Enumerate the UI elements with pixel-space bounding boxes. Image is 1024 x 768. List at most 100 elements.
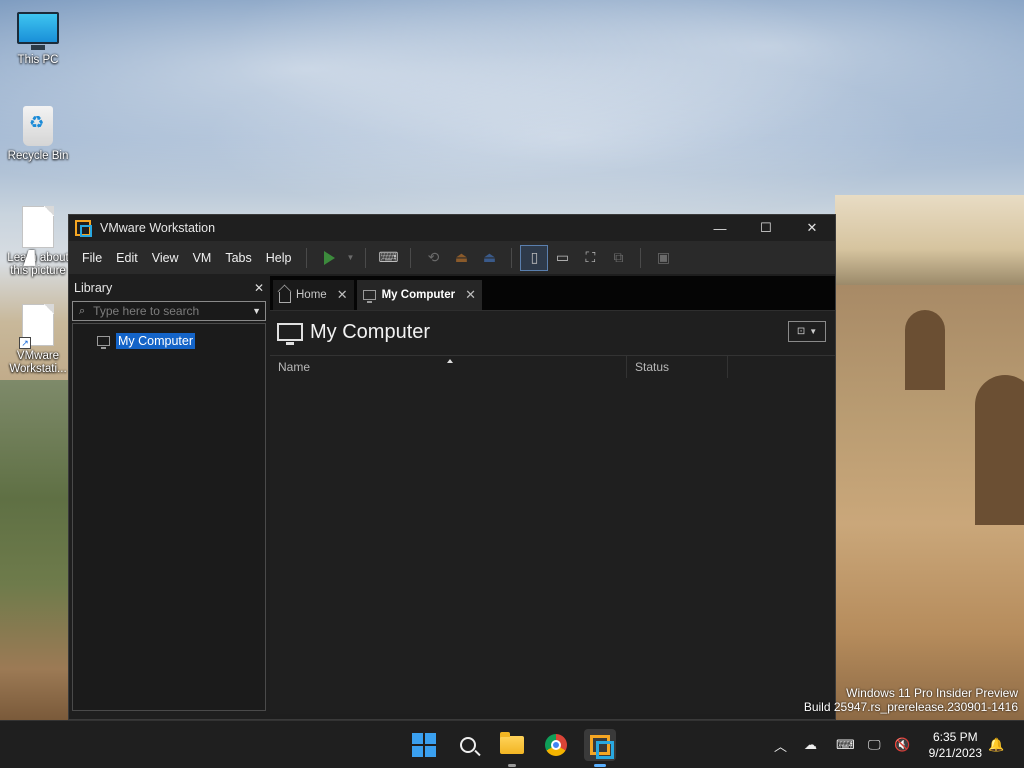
tray-onedrive[interactable]: ☁ [804,721,817,768]
power-dropdown-button[interactable]: ▼ [343,245,357,271]
toolbar-separator [365,247,367,268]
unity-icon: ⧉ [613,249,624,265]
menu-edit[interactable]: Edit [109,251,145,265]
chevron-up-icon: ︿ [774,738,788,754]
minimize-button[interactable]: — [697,215,743,241]
menu-file[interactable]: File [75,251,109,265]
desktop-icon-vmware[interactable]: ↗ VMware Workstati... [4,304,72,376]
play-icon [323,250,335,265]
taskbar-vmware[interactable] [584,729,616,767]
toolbar-separator [306,247,308,268]
clock-date: 9/21/2023 [928,746,982,760]
notifications-button[interactable]: 🔔 [988,721,1004,768]
send-ctrl-alt-del-button[interactable]: ⌨ [374,245,402,271]
search-icon [460,737,476,753]
view-mode-button[interactable]: ⊡ ▼ [788,321,826,342]
desktop-icon-this-pc[interactable]: This PC [6,12,70,67]
search-dropdown-icon[interactable]: ▼ [248,306,265,316]
show-thumbnail-bar-button[interactable]: ▭ [548,245,576,271]
keyboard-icon: ⌨ [836,737,855,752]
sort-ascending-icon [447,359,453,363]
taskbar-search-button[interactable] [452,729,484,761]
network-icon: 🖵 [868,737,881,752]
folder-icon [500,732,524,754]
menu-tabs[interactable]: Tabs [218,251,258,265]
watermark-line-2: Build 25947.rs_prerelease.230901-1416 [803,700,1018,714]
taskbar: ︿ ☁ ⌨ 🖵 🔇 6:35 PM 9/21/2023 🔔 [0,720,1024,768]
keyboard-icon: ⌨ [378,249,399,265]
close-button[interactable]: ✕ [789,215,835,241]
tray-overflow-button[interactable]: ︿ [774,721,787,768]
tab-home[interactable]: Home ✕ [273,280,354,310]
clock-time: 6:35 PM [932,730,978,744]
computer-icon [97,336,110,349]
toolbar-separator [511,247,513,268]
unity-button[interactable]: ⧉ [604,245,632,271]
console-view-button[interactable]: ▣ [649,245,677,271]
snapshot-icon: ⟲ [427,249,440,265]
taskbar-file-explorer[interactable] [496,729,528,767]
snapshot-manager-button[interactable]: ⏏ [475,245,503,271]
console-icon: ▣ [656,249,671,265]
library-panel: Library ✕ ⌕ ▼ My Computer [72,277,266,713]
tray-keyboard[interactable]: ⌨ [836,721,855,768]
cloud-icon: ☁ [804,737,817,752]
revert-icon: ⏏ [454,249,469,265]
library-search-input[interactable] [85,304,249,318]
tab-label: My Computer [381,289,456,301]
tray-volume[interactable]: 🔇 [894,721,910,768]
library-search: ⌕ ▼ [72,301,266,321]
thumbnail-bar-icon: ▭ [555,249,570,265]
title-bar[interactable]: VMware Workstation — ☐ ✕ [69,215,835,241]
watermark-line-1: Windows 11 Pro Insider Preview [846,686,1018,700]
revert-snapshot-button[interactable]: ⏏ [447,245,475,271]
tray-network[interactable]: 🖵 [868,721,881,768]
power-on-button[interactable] [315,245,343,271]
running-indicator [508,764,516,767]
menu-toolbar: File Edit View VM Tabs Help ▼ ⌨ ⟲ ⏏ ⏏ ▯ … [69,241,835,274]
desktop-icon-label: VMware Workstati... [9,350,67,375]
full-screen-button[interactable]: ⛶ [576,245,604,271]
start-button[interactable] [408,729,440,761]
tab-my-computer[interactable]: My Computer ✕ [356,280,482,310]
windows-logo-icon [412,733,436,757]
library-header: Library ✕ [72,277,266,299]
snapshot-manager-icon: ⏏ [482,249,497,265]
toolbar-separator [640,247,642,268]
document-icon [22,206,54,248]
taskbar-chrome[interactable] [540,729,572,761]
show-library-button[interactable]: ▯ [520,244,549,271]
vmware-icon [590,735,614,759]
this-pc-icon [17,12,59,50]
chevron-down-icon: ▼ [809,327,818,336]
column-status[interactable]: Status [627,356,728,378]
desktop-icon-recycle-bin[interactable]: ♻ Recycle Bin [6,106,70,163]
bell-icon: 🔔 [988,737,1005,752]
desktop-icon-learn-about-picture[interactable]: Learn about this picture [4,206,72,278]
taskbar-clock[interactable]: 6:35 PM 9/21/2023 [929,729,982,761]
maximize-button[interactable]: ☐ [743,215,789,241]
chrome-icon [545,734,567,756]
desktop-icon-label: This PC [17,54,59,66]
view-header: My Computer [270,311,835,353]
desktop-icon-label: Recycle Bin [7,150,69,162]
vmware-window: VMware Workstation — ☐ ✕ File Edit View … [68,214,836,720]
library-tree: My Computer [72,323,266,711]
library-title: Library [74,281,113,295]
computer-icon [277,323,303,345]
menu-vm[interactable]: VM [186,251,219,265]
library-pane-icon: ▯ [530,249,539,265]
tab-close-button[interactable]: ✕ [337,287,348,303]
tab-label: Home [296,289,327,301]
vmware-logo-icon [75,220,92,237]
my-computer-view: My Computer ⊡ ▼ Name Status [270,310,835,714]
menu-view[interactable]: View [145,251,186,265]
menu-help[interactable]: Help [259,251,299,265]
snapshot-button[interactable]: ⟲ [419,245,447,271]
library-close-button[interactable]: ✕ [254,281,264,295]
wallpaper-cliff [835,285,1024,720]
tree-item-my-computer[interactable]: My Computer [97,332,265,350]
running-indicator [594,764,606,767]
main-panel: Home ✕ My Computer ✕ My Computer ⊡ ▼ Nam… [270,276,835,714]
tab-close-button[interactable]: ✕ [465,287,476,303]
